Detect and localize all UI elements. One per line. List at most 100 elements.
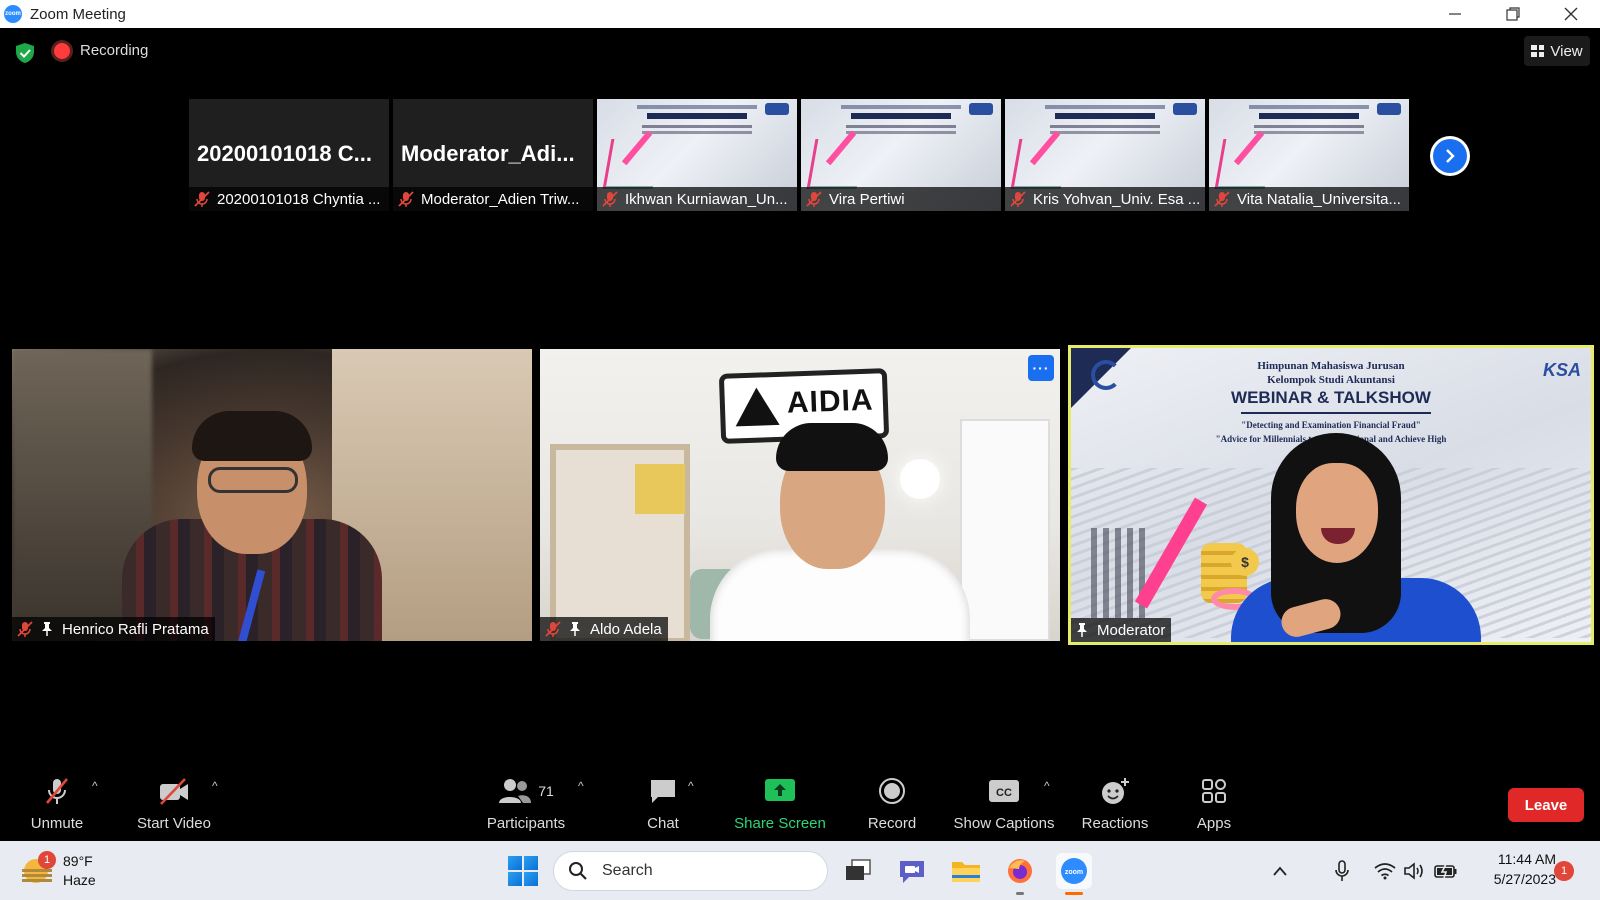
captions-options-caret-icon[interactable]: ^ (1044, 779, 1050, 793)
zoom-icon: zoom (1061, 858, 1087, 884)
video-tile[interactable]: AIDIA ··· Aldo Adela (540, 349, 1060, 641)
close-button[interactable] (1542, 0, 1600, 28)
recording-dot-icon (54, 42, 70, 59)
reactions-icon (1102, 778, 1129, 804)
apps-icon (1202, 779, 1226, 803)
apps-label: Apps (1196, 815, 1232, 832)
battery-tray[interactable] (1432, 853, 1460, 889)
svg-text:zoom: zoom (1065, 869, 1083, 876)
pin-icon (42, 622, 52, 636)
video-nametag: Aldo Adela (540, 617, 668, 641)
windows-start-icon[interactable] (508, 856, 538, 886)
dollar-coin-icon: $ (1231, 548, 1259, 576)
mic-muted-icon (806, 191, 822, 207)
thumbnail-tile[interactable]: Vita Natalia_Universita... (1209, 99, 1409, 211)
windows-taskbar: 1 89°F Haze Search zoom 11:44 AM 5/27/20… (0, 841, 1600, 900)
thumbnail-tile[interactable]: Kris Yohvan_Univ. Esa ... (1005, 99, 1205, 211)
teams-chat-icon (900, 861, 924, 883)
record-icon (879, 778, 905, 804)
grid-view-icon (1531, 45, 1545, 57)
unmute-button[interactable]: Unmute (22, 765, 92, 841)
svg-text:CC: CC (996, 787, 1012, 799)
aidia-logo-icon (734, 386, 780, 427)
leave-button[interactable]: Leave (1508, 788, 1584, 822)
slide-quote: "Detecting and Examination Financial Fra… (1241, 420, 1421, 430)
chat-button[interactable]: Chat (630, 765, 696, 841)
task-view-icon (846, 859, 871, 880)
more-options-button[interactable]: ··· (1028, 355, 1054, 381)
chat-label: Chat (647, 815, 679, 832)
chat-options-caret-icon[interactable]: ^ (688, 779, 694, 793)
teams-chat-app[interactable] (894, 853, 930, 889)
recording-indicator[interactable]: Recording (54, 42, 148, 59)
next-page-button[interactable] (1430, 136, 1470, 176)
show-hidden-icons-button[interactable] (1268, 853, 1292, 889)
zoom-app[interactable]: zoom (1056, 853, 1092, 895)
thumbnail-tile[interactable]: 20200101018 C... 20200101018 Chyntia ... (189, 99, 389, 211)
active-speaker-tile[interactable]: KSA Himpunan Mahasiswa Jurusan Kelompok … (1068, 345, 1594, 645)
taskbar-search[interactable]: Search (553, 851, 828, 891)
mic-muted-icon (17, 621, 33, 637)
notification-badge[interactable]: 1 (1554, 861, 1574, 881)
file-explorer-app[interactable] (948, 853, 984, 889)
video-tile[interactable]: Henrico Rafli Pratama (12, 349, 532, 641)
battery-charging-icon (1434, 863, 1457, 879)
thumbnail-nametag: Kris Yohvan_Univ. Esa ... (1005, 187, 1205, 211)
apps-button[interactable]: Apps (1182, 765, 1246, 841)
title-bar: zoom Zoom Meeting (0, 0, 1600, 28)
chat-icon (651, 780, 675, 803)
thumbnail-name: Vita Natalia_Universita... (1237, 190, 1401, 208)
taskbar-clock[interactable]: 11:44 AM 5/27/2023 (1470, 849, 1556, 889)
video-options-caret-icon[interactable]: ^ (212, 779, 218, 793)
folder-icon (952, 862, 980, 882)
slide-title: WEBINAR & TALKSHOW (1231, 388, 1431, 407)
start-video-button[interactable]: Start Video (128, 765, 220, 841)
weather-badge: 1 (38, 851, 56, 869)
thumbnail-nametag: Moderator_Adien Triw... (393, 187, 593, 211)
mic-muted-icon (1010, 191, 1026, 207)
encryption-shield-icon[interactable] (14, 42, 36, 64)
weather-widget[interactable]: 1 89°F Haze (20, 849, 110, 893)
task-view-app[interactable] (840, 853, 876, 889)
window-controls (1426, 0, 1600, 28)
thumbnail-tile[interactable]: Moderator_Adi... Moderator_Adien Triw... (393, 99, 593, 211)
video-participant-name: Aldo Adela (590, 620, 662, 638)
participants-icon (499, 779, 532, 803)
reactions-button[interactable]: Reactions (1078, 765, 1152, 841)
restore-button[interactable] (1484, 0, 1542, 28)
thumbnail-nametag: Vita Natalia_Universita... (1209, 187, 1409, 211)
video-nametag: Moderator (1071, 618, 1172, 642)
chevron-right-icon (1446, 149, 1455, 163)
view-button[interactable]: View (1524, 36, 1590, 66)
thumbnail-tile[interactable]: Vira Pertiwi (801, 99, 1001, 211)
participants-options-caret-icon[interactable]: ^ (578, 779, 584, 793)
restore-icon (1506, 7, 1520, 21)
unmute-label: Unmute (30, 815, 84, 832)
minimize-button[interactable] (1426, 0, 1484, 28)
thumbnail-display-name: 20200101018 C... (197, 141, 372, 166)
thumbnail-tile[interactable]: Ikhwan Kurniawan_Un... (597, 99, 797, 211)
share-screen-label: Share Screen (734, 815, 826, 832)
record-button[interactable]: Record (852, 765, 932, 841)
video-nametag: Henrico Rafli Pratama (12, 617, 215, 641)
thumbnail-name: Vira Pertiwi (829, 190, 905, 208)
start-video-label: Start Video (137, 815, 211, 832)
weather-temp: 89°F (63, 853, 93, 869)
mic-muted-icon (602, 191, 618, 207)
record-label: Record (867, 815, 917, 832)
show-captions-button[interactable]: CC Show Captions (944, 765, 1064, 841)
volume-tray[interactable] (1402, 853, 1428, 889)
microphone-tray[interactable] (1330, 853, 1354, 889)
audio-options-caret-icon[interactable]: ^ (92, 779, 98, 793)
search-placeholder: Search (602, 862, 653, 879)
weather-condition: Haze (63, 872, 96, 888)
participants-button[interactable]: 71 Participants (480, 765, 572, 841)
window-title: Zoom Meeting (30, 5, 126, 23)
firefox-app[interactable] (1002, 853, 1038, 895)
wifi-tray[interactable] (1372, 853, 1398, 889)
share-screen-button[interactable]: Share Screen (730, 765, 830, 841)
video-participant-name: Moderator (1097, 621, 1166, 639)
pin-icon (570, 622, 580, 636)
wifi-icon (1374, 863, 1396, 880)
mic-muted-icon (194, 191, 210, 207)
